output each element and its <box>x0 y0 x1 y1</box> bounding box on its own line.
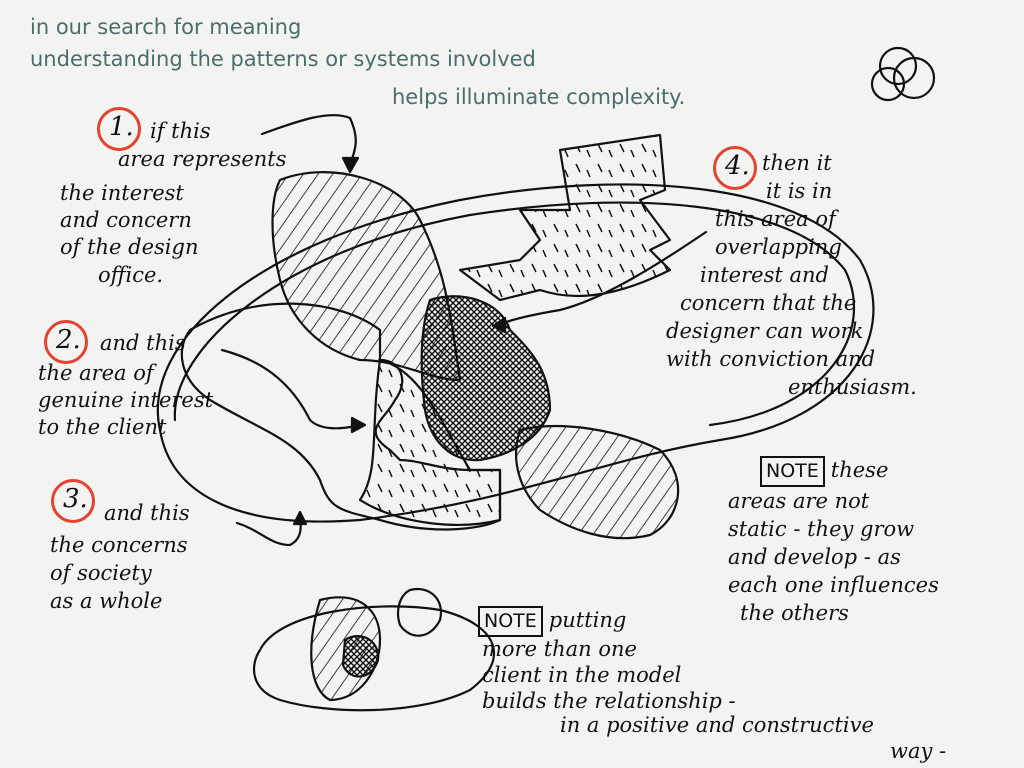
annotation-2-line-3: genuine interest <box>38 388 214 412</box>
annotation-1-line-2: area represents <box>118 147 287 171</box>
note-2-header: NOTE putting <box>478 606 626 637</box>
annotation-1-number: 1. <box>109 112 134 142</box>
note-1-line-1: areas are not <box>728 489 870 513</box>
note-1-header: NOTE these <box>760 456 888 487</box>
mini-sketch-blob <box>396 587 443 637</box>
annotation-4-line-5: interest and <box>700 263 829 287</box>
annotation-3-line-2: the concerns <box>50 533 188 557</box>
note-2-line-5: way - <box>890 739 947 763</box>
annotation-4-line-2: it is in <box>766 179 833 203</box>
mini-sketch-center <box>341 634 380 678</box>
annotation-1-line-6: office. <box>98 263 164 287</box>
annotation-4-line-8: with conviction and <box>666 347 876 371</box>
annotation-3-number: 3. <box>63 484 88 514</box>
doodle-circle-b <box>892 56 936 100</box>
arrow-1-head <box>341 156 360 174</box>
annotation-3-line-4: as a whole <box>50 589 163 613</box>
annotation-2-line-4: to the client <box>38 415 167 439</box>
note-2-line-4: in a positive and constructive <box>560 713 874 737</box>
annotation-2-line-1: and this <box>100 331 186 355</box>
note-1-line-4: each one influences <box>728 573 939 597</box>
note-2-line-3: builds the relationship - <box>482 689 736 713</box>
note-1-label: NOTE <box>760 456 825 487</box>
note-2-line-1: more than one <box>482 637 637 661</box>
annotation-4-line-3: this area of <box>715 207 836 231</box>
annotation-3-line-1: and this <box>104 501 190 525</box>
lower-right-petal <box>515 425 680 540</box>
note-2-first: putting <box>548 608 627 632</box>
note-1-line-3: and develop - as <box>728 545 901 569</box>
annotation-4-line-4: overlapping <box>715 235 842 259</box>
note-2-label: NOTE <box>478 606 543 637</box>
annotation-1-line-4: and concern <box>60 208 192 232</box>
annotation-3-line-3: of society <box>50 561 152 585</box>
annotation-4-line-1: then it <box>762 151 832 175</box>
arrow-3-head <box>292 510 308 526</box>
annotation-1-line-1: if this <box>150 119 211 143</box>
annotation-2-number: 2. <box>56 325 81 355</box>
annotation-4-number: 4. <box>725 151 750 181</box>
annotation-2-line-2: the area of <box>38 361 154 385</box>
annotation-4-line-7: designer can work <box>666 319 864 343</box>
arrow-2 <box>220 348 362 430</box>
annotation-4-line-6: concern that the <box>680 291 857 315</box>
arrow-2-head <box>350 416 367 434</box>
arrow-3 <box>235 518 302 547</box>
annotation-1-line-3: the interest <box>60 181 184 205</box>
note-1-line-2: static - they grow <box>728 517 915 541</box>
note-2-line-2: client in the model <box>482 663 682 687</box>
note-1-line-5: the others <box>740 601 849 625</box>
overlap-area <box>420 295 552 462</box>
annotation-1-line-5: of the design <box>60 235 199 259</box>
note-1-first: these <box>830 458 889 482</box>
annotation-4-line-9: enthusiasm. <box>788 375 917 399</box>
